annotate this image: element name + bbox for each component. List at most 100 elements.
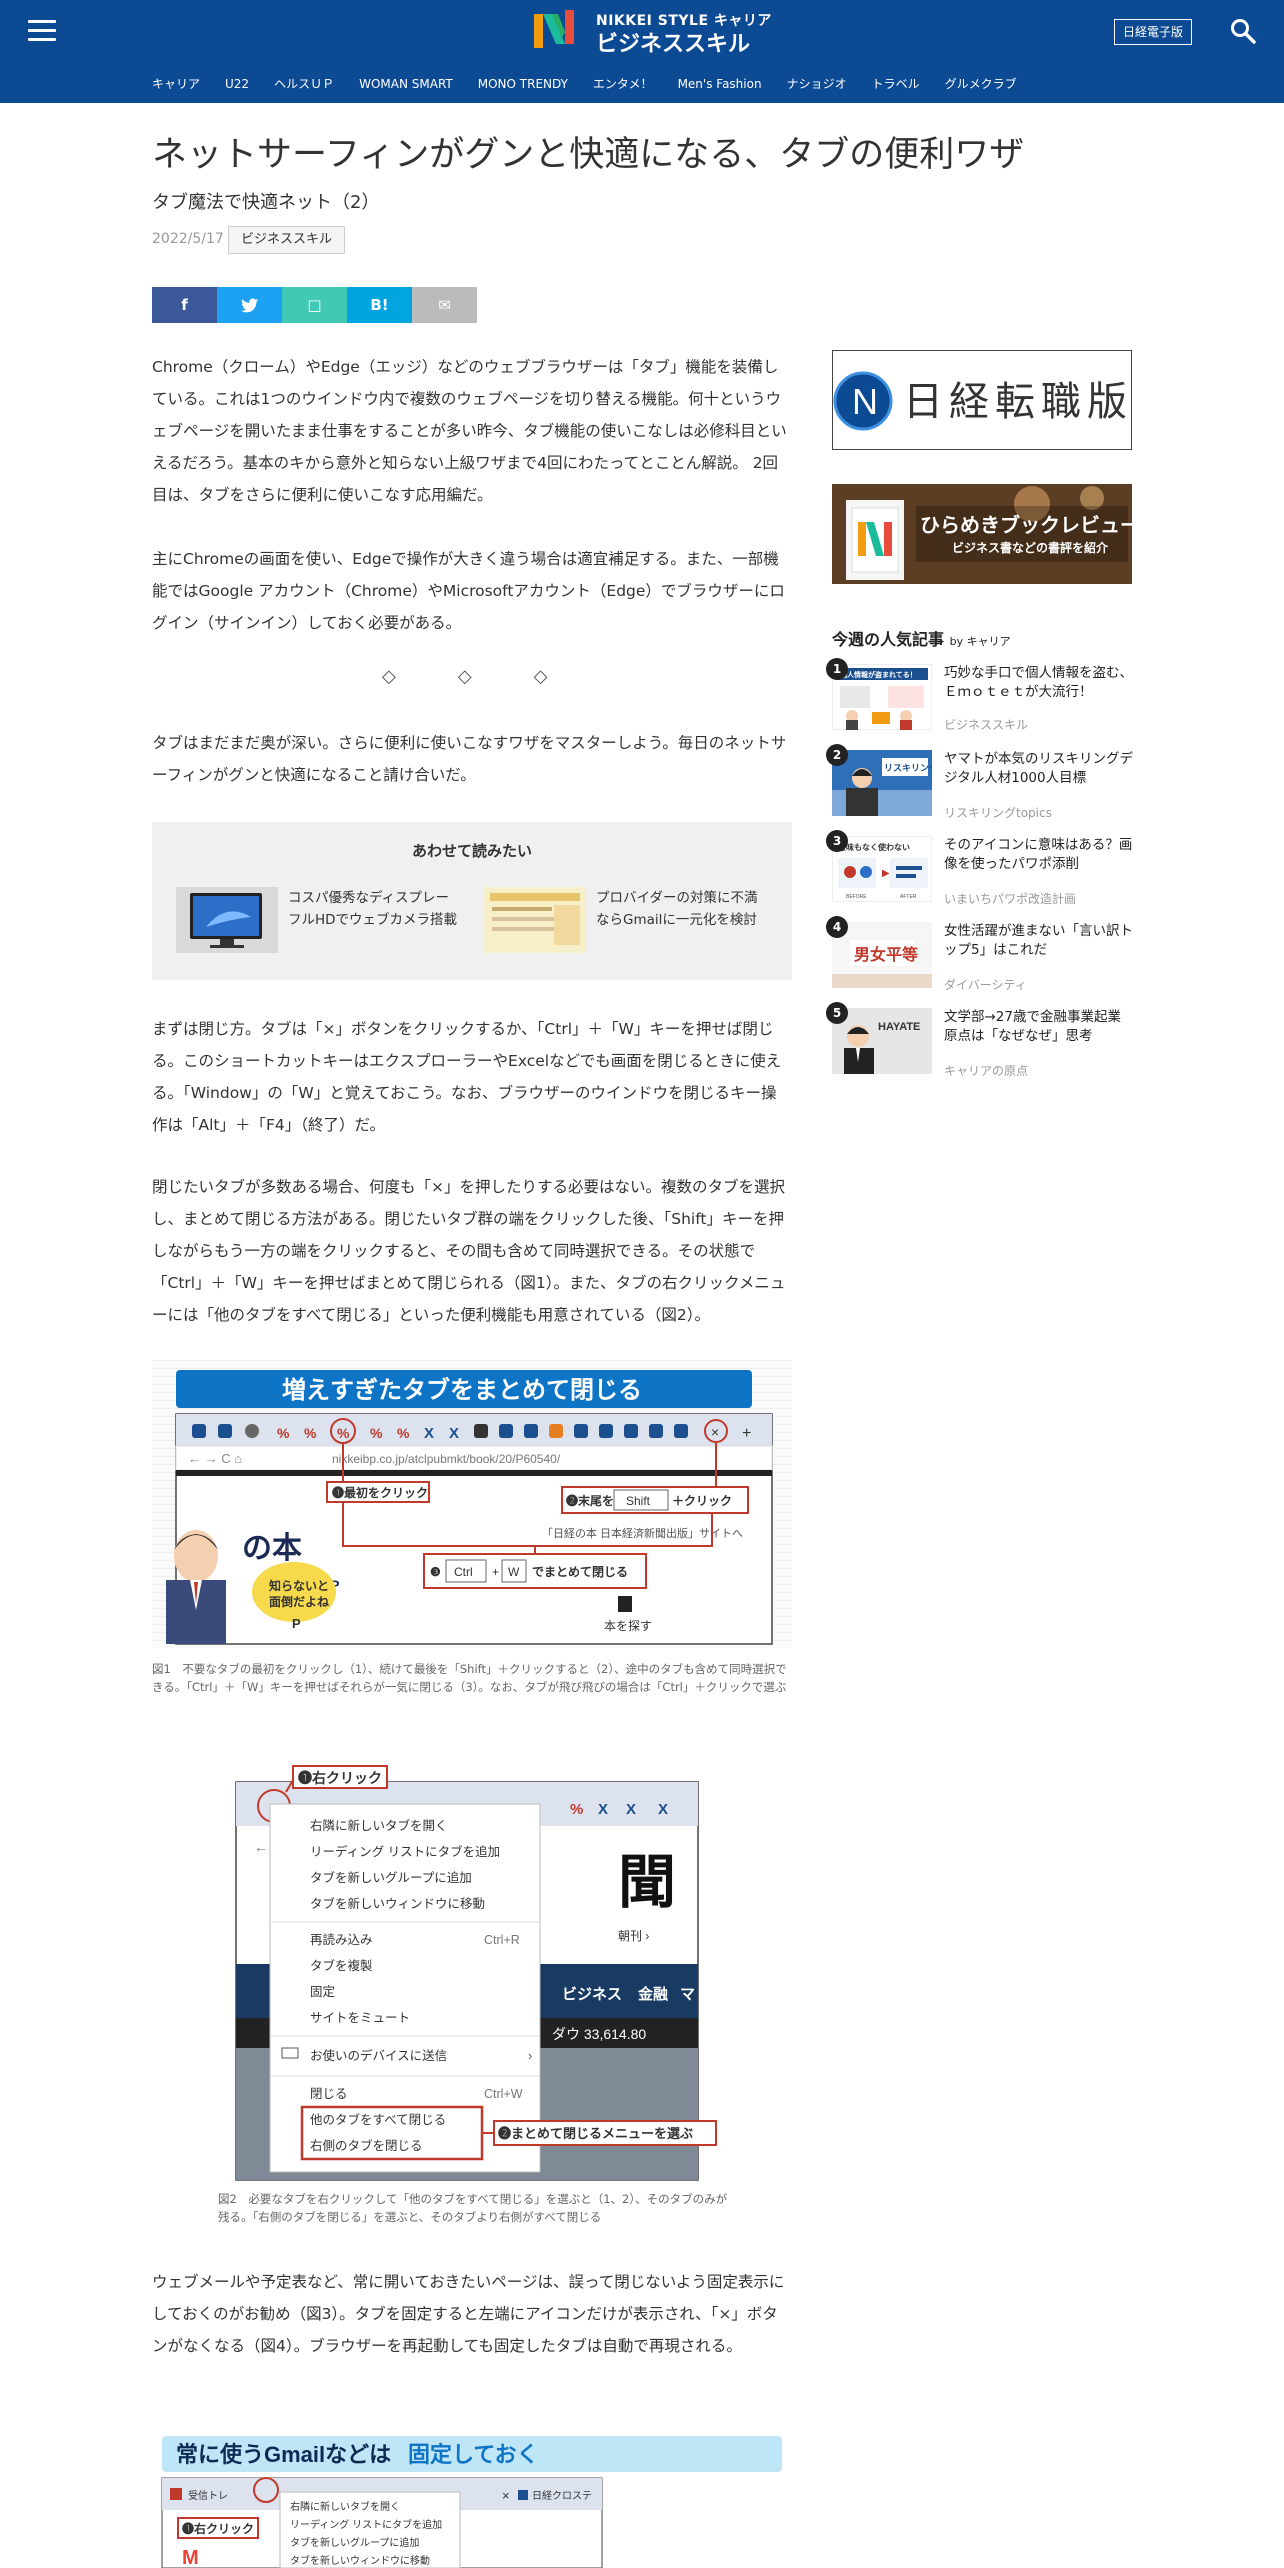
related-title: コスパ優秀なディスプレー フルHDでウェブカメラ搭載 <box>288 890 463 928</box>
fig1-find-book: 本を探す <box>604 1619 652 1633</box>
thumb3-before: BEFORE <box>846 894 867 900</box>
fig2-menu-item[interactable]: タブを複製 <box>310 1958 373 1973</box>
rank-badge: 4 <box>826 916 848 938</box>
ad-nikkei-tenshoku[interactable]: N 日経転職版 <box>832 350 1132 450</box>
figure-2: ❶右クリック % X X X ← 聞 朝刊 › ビジネス 金融 マ ダウ 33,… <box>235 1765 717 2181</box>
svg-text:X: X <box>424 1425 434 1442</box>
svg-text:›: › <box>528 2049 532 2063</box>
fig2-menu-item[interactable]: 閉じる <box>310 2087 348 2101</box>
svg-text:%: % <box>570 1801 583 1818</box>
fig2-menu-item[interactable]: 固定 <box>310 1984 335 1999</box>
related-articles: あわせて読みたい コスパ優秀なディスプレー フルHDでウェブカメラ搭載 プロバイ… <box>152 822 792 980</box>
fig2-menu-item[interactable]: タブを新しいウィンドウに移動 <box>310 1896 485 1911</box>
svg-text:P: P <box>292 1616 301 1631</box>
fig2-menu-item[interactable]: サイトをミュート <box>310 2011 410 2025</box>
popular-item[interactable]: 2 リスキリング ヤマトが本気のリスキリングデジタル人材1000人目標 リスキリ… <box>826 744 1133 824</box>
figure-1: 増えすぎたタブをまとめて閉じる % % % % % X X × + ← → C … <box>152 1360 792 1648</box>
popular-title: 文学部→27歳で金融事業起業原点は「なぜなぜ」思考 <box>944 1009 1121 1044</box>
nav-item[interactable]: エンタメ！ <box>593 74 653 94</box>
article-paragraph: 主にChromeの画面を使い、Edgeで操作が大きく違う場合は適宜補足する。また… <box>152 550 785 632</box>
nav-item[interactable]: キャリア <box>152 74 200 94</box>
svg-text:×: × <box>502 2488 510 2503</box>
site-header: NIKKEI STYLE キャリア ビジネススキル 日経電子版 キャリア U22… <box>0 0 1284 103</box>
fig2-bg-text: 聞 <box>618 1850 676 1915</box>
thumb2-text: リスキリング <box>884 762 932 773</box>
menu-icon[interactable] <box>28 20 56 42</box>
svg-text:X: X <box>449 1425 459 1442</box>
nav-item[interactable]: WOMAN SMART <box>359 74 453 94</box>
popular-item[interactable]: 5 HAYATE 文学部→27歳で金融事業起業原点は「なぜなぜ」思考 キャリアの… <box>826 1002 1132 1082</box>
svg-text:%: % <box>277 1425 290 1441</box>
fig1-step2: ❷末尾を <box>566 1493 614 1508</box>
popular-thumb-5: HAYATE <box>832 1008 932 1074</box>
nav-item[interactable]: グルメクラブ <box>945 74 1017 94</box>
nikkei-logo-icon[interactable] <box>532 8 576 50</box>
fig2-menu-item[interactable]: お使いのデバイスに送信 <box>310 2048 447 2063</box>
article-paragraph: ウェブメールや予定表など、常に開いておきたいページは、誤って閉じないよう固定表示… <box>152 2273 785 2355</box>
related-title: プロバイダーの対策に不満ならGmailに一元化を検討 <box>596 890 758 928</box>
related-item[interactable]: プロバイダーの対策に不満ならGmailに一元化を検討 <box>484 887 764 957</box>
article-paragraph: 閉じたいタブが多数ある場合、何度も「×」を押したりする必要はない。複数のタブを選… <box>152 1178 786 1324</box>
popular-thumb-2: リスキリング <box>832 750 932 816</box>
epaper-button[interactable]: 日経電子版 <box>1114 19 1192 45</box>
nav-item[interactable]: トラベル <box>872 74 920 94</box>
mail-share-icon[interactable]: ✉ <box>412 287 477 323</box>
popular-category: いまいちパワポ改造計画 <box>944 892 1077 906</box>
popular-item[interactable]: 4 男女平等 女性活躍が進まない「言い訳トップ5」はこれだ ダイバーシティ <box>826 916 1133 996</box>
fig3-menu-item: 右隣に新しいタブを開く <box>290 2500 400 2513</box>
note-share-icon[interactable]: □ <box>282 287 347 323</box>
fig1-w-key: W <box>508 1565 520 1579</box>
svg-text:← → C ⌂: ← → C ⌂ <box>188 1451 242 1466</box>
nav-item[interactable]: U22 <box>225 74 249 94</box>
twitter-bird-icon <box>240 298 258 312</box>
svg-text:X: X <box>658 1801 668 1818</box>
fig2-menu-item[interactable]: 右側のタブを閉じる <box>310 2138 423 2153</box>
fig1-logo-text: の本 <box>242 1532 302 1565</box>
search-icon[interactable] <box>1230 18 1256 44</box>
fig3-tab1: 受信トレ <box>188 2490 228 2502</box>
fig1-banner: 増えすぎたタブをまとめて閉じる <box>282 1376 642 1404</box>
nav-item[interactable]: ナショジオ <box>787 74 847 94</box>
popular-heading: 今週の人気記事 by キャリア <box>832 626 1011 650</box>
svg-text:▶: ▶ <box>882 868 890 879</box>
article-date: 2022/5/17 <box>152 231 224 247</box>
fig3-step1: ❶右クリック <box>182 2521 254 2536</box>
nav-item[interactable]: Men's Fashion <box>678 74 762 94</box>
svg-text:M: M <box>182 2547 199 2568</box>
svg-text:X: X <box>598 1801 608 1818</box>
svg-text:×: × <box>711 1424 719 1440</box>
ad1-text: 日経転職版 <box>903 379 1133 425</box>
article-paragraph: まずは閉じ方。タブは「×」ボタンをクリックするか、「Ctrl」＋「W」キーを押せ… <box>152 1020 782 1134</box>
fig1-shift-key: Shift <box>626 1494 651 1508</box>
article-title: ネットサーフィンがグンと快適になる、タブの便利ワザ <box>152 135 1025 175</box>
ad-hirameki-book-review[interactable]: ひらめきブックレビュー ビジネス書などの書評を紹介 <box>832 484 1132 584</box>
fig2-menu-item[interactable]: 再読み込み <box>310 1932 373 1947</box>
ad2-graphic: ひらめきブックレビュー ビジネス書などの書評を紹介 <box>832 484 1132 584</box>
facebook-share-icon[interactable]: f <box>152 287 217 323</box>
fig2-menu-item[interactable]: 右隣に新しいタブを開く <box>310 1818 448 1833</box>
svg-text:面倒だよね: 面倒だよね <box>269 1594 329 1609</box>
nav-item[interactable]: ヘルスＵＰ <box>274 74 334 94</box>
ad2-sub: ビジネス書などの書評を紹介 <box>952 540 1109 555</box>
nav-item[interactable]: MONO TRENDY <box>478 74 568 94</box>
fig2-menu-item[interactable]: タブを新しいグループに追加 <box>310 1870 472 1885</box>
category-tag[interactable]: ビジネススキル <box>228 226 346 254</box>
related-item[interactable]: コスパ優秀なディスプレー フルHDでウェブカメラ搭載 <box>176 887 463 957</box>
popular-thumb-3: 意味もなく使わない ▶ BEFORE AFTER <box>832 836 932 902</box>
fig2-menu-item[interactable]: リーディング リストにタブを追加 <box>310 1844 500 1859</box>
popular-item[interactable]: 1 個人情報が盗まれてる！ 巧妙な手口で個人情報を盗む、Ｅｍｏｔｅｔが大流行！ … <box>826 658 1133 738</box>
fig1-ctrl-key: Ctrl <box>454 1565 473 1579</box>
hatena-share-icon[interactable]: B! <box>347 287 412 323</box>
twitter-share-icon[interactable] <box>217 287 282 323</box>
fig1-step3-tail: でまとめて閉じる <box>532 1565 628 1579</box>
related-thumb-provider <box>484 887 586 953</box>
related-heading: あわせて読みたい <box>411 842 532 860</box>
fig2-menu-item[interactable]: 他のタブをすべて閉じる <box>310 2112 446 2127</box>
popular-category: ダイバーシティ <box>944 978 1027 992</box>
popular-thumb-1: 個人情報が盗まれてる！ <box>832 664 932 730</box>
thumb5-text: HAYATE <box>878 1021 920 1033</box>
svg-text:X: X <box>626 1801 636 1818</box>
popular-item[interactable]: 3 意味もなく使わない ▶ BEFORE AFTER そのアイコンに意味はある？… <box>826 830 1132 910</box>
section-divider: ◇◇◇ <box>382 666 610 687</box>
thumb3-text: 意味もなく使わない <box>838 842 910 852</box>
